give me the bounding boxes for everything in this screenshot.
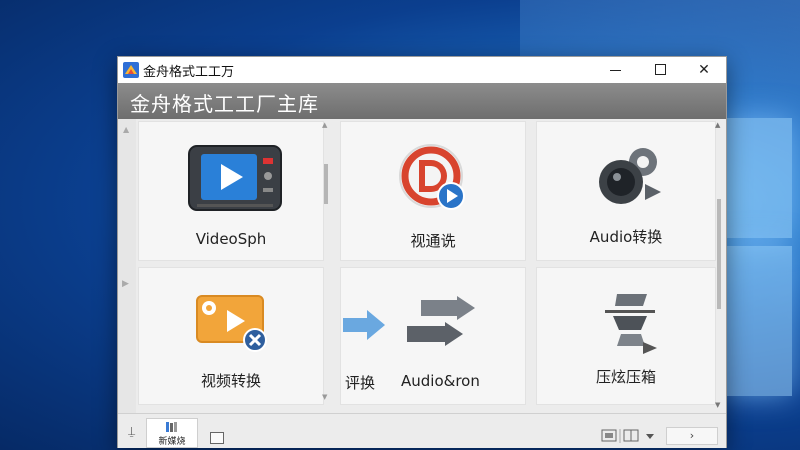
scroll-up-icon[interactable]: ▲ (322, 121, 327, 129)
title-bar[interactable]: 金舟格式工工万 ✕ (118, 57, 726, 83)
minimize-icon (610, 70, 621, 71)
left-scroll-strip: ▲ ▶ (118, 119, 136, 413)
d-logo-play-icon (399, 144, 465, 210)
tile-label: Audio&ron (401, 372, 480, 390)
header-title: 金舟格式工工厂主库 (130, 92, 319, 116)
convert-arrows-icon (407, 296, 475, 346)
maximize-icon (655, 64, 666, 75)
main-scrollbar[interactable]: ▲ ▼ (714, 119, 724, 413)
app-window: 金舟格式工工万 ✕ 金舟格式工工厂主库 ▲ ▶ VideoSph 视通诜 Aud… (117, 56, 727, 448)
scroll-thumb[interactable] (717, 199, 721, 309)
scroll-down-icon[interactable]: ▼ (322, 393, 327, 401)
scroll-up-icon[interactable]: ▲ (715, 121, 720, 129)
tile-label: Audio转换 (589, 228, 663, 246)
folder-icon[interactable] (210, 432, 224, 444)
tile-label: 视通诜 (410, 232, 456, 250)
tile-videosph[interactable]: VideoSph (138, 121, 324, 261)
minimize-button[interactable] (594, 57, 638, 83)
compress-icon (605, 294, 657, 354)
pin-icon[interactable]: ⍊ (128, 424, 135, 439)
speaker-gear-icon (599, 148, 661, 204)
tile-convert-group[interactable]: 评换 Audio&ron (340, 267, 526, 405)
tool-grid: ▲ ▶ VideoSph 视通诜 Audio转换 视频转换 评换 Audio&r… (118, 119, 726, 413)
tile-video-convert[interactable]: 视频转换 (138, 267, 324, 405)
tile-audio-convert[interactable]: Audio转换 (536, 121, 716, 261)
windows-logo (722, 118, 792, 408)
tile-label: 评换 (345, 374, 376, 392)
video-player-icon (188, 145, 282, 211)
status-bar: ⍊ 新媒烧 › (118, 413, 726, 448)
tab-label: 新媒烧 (158, 437, 186, 447)
close-button[interactable]: ✕ (682, 57, 726, 83)
expand-arrow-icon[interactable]: ▶ (122, 279, 129, 289)
app-logo-icon (123, 62, 139, 78)
library-icon (166, 422, 177, 432)
scroll-up-icon[interactable]: ▲ (123, 125, 129, 134)
maximize-button[interactable] (638, 57, 682, 83)
tile-shitong[interactable]: 视通诜 (340, 121, 526, 261)
window-title: 金舟格式工工万 (143, 65, 235, 80)
view-mode-icons[interactable] (600, 428, 660, 444)
tile-label: 视频转换 (200, 372, 261, 390)
next-page-button[interactable]: › (666, 427, 718, 445)
windows-logo-pane (722, 118, 792, 238)
inner-scrollbar[interactable]: ▲ ▼ (322, 119, 330, 403)
windows-logo-pane (722, 246, 792, 396)
video-settings-close-icon (196, 295, 267, 352)
tile-label: 压炫压箱 (595, 368, 656, 386)
scroll-down-icon[interactable]: ▼ (715, 401, 720, 409)
header-bar: 金舟格式工工厂主库 (118, 83, 726, 119)
new-media-tab[interactable]: 新媒烧 (146, 418, 198, 448)
right-arrow-icon (343, 310, 385, 340)
tile-compress[interactable]: 压炫压箱 (536, 267, 716, 405)
tile-label: VideoSph (195, 230, 267, 248)
scroll-thumb[interactable] (324, 164, 328, 204)
